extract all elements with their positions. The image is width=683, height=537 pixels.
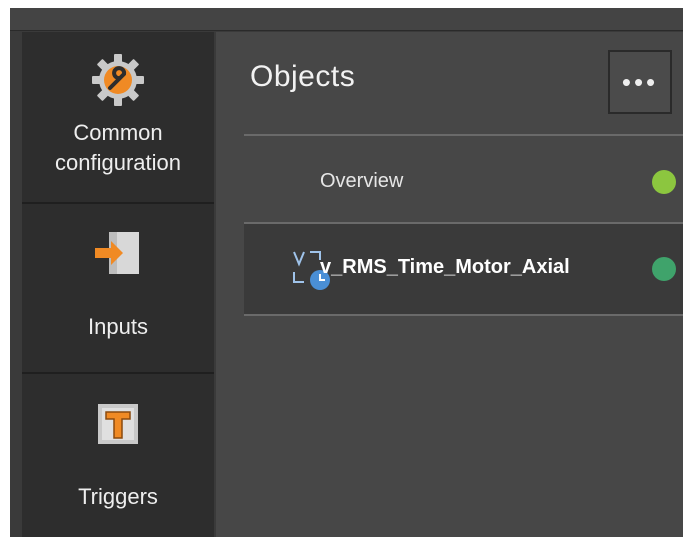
row-label: Overview xyxy=(320,170,404,192)
list-item-selected[interactable]: v_RMS_Time_Motor_Axial xyxy=(244,224,683,314)
sidebar-item-label: Inputs xyxy=(88,314,148,339)
input-arrow-icon xyxy=(93,230,143,278)
sidebar-item-common-configuration[interactable]: Common configuration xyxy=(22,32,214,202)
divider xyxy=(244,314,683,316)
list-item-overview[interactable]: Overview xyxy=(244,136,683,222)
more-options-button[interactable]: ••• xyxy=(608,50,672,114)
top-bar xyxy=(10,8,683,31)
sidebar-item-inputs[interactable]: Inputs xyxy=(22,202,214,372)
app-window: Common configuration Inputs Triggers Obj… xyxy=(10,8,683,537)
status-indicator xyxy=(652,257,676,281)
sidebar-item-label: Common configuration xyxy=(55,120,181,175)
row-label: v_RMS_Time_Motor_Axial xyxy=(320,256,570,278)
sidebar-item-triggers[interactable]: Triggers xyxy=(22,372,214,537)
trigger-t-icon xyxy=(94,400,142,448)
objects-panel: Objects ••• Overview v_RMS_Time_Motor_Ax… xyxy=(216,32,683,537)
page-title: Objects xyxy=(250,60,356,93)
gear-wrench-icon xyxy=(90,52,146,108)
status-indicator xyxy=(652,170,676,194)
sidebar: Common configuration Inputs Triggers xyxy=(22,32,214,537)
sidebar-item-label: Triggers xyxy=(78,484,158,509)
